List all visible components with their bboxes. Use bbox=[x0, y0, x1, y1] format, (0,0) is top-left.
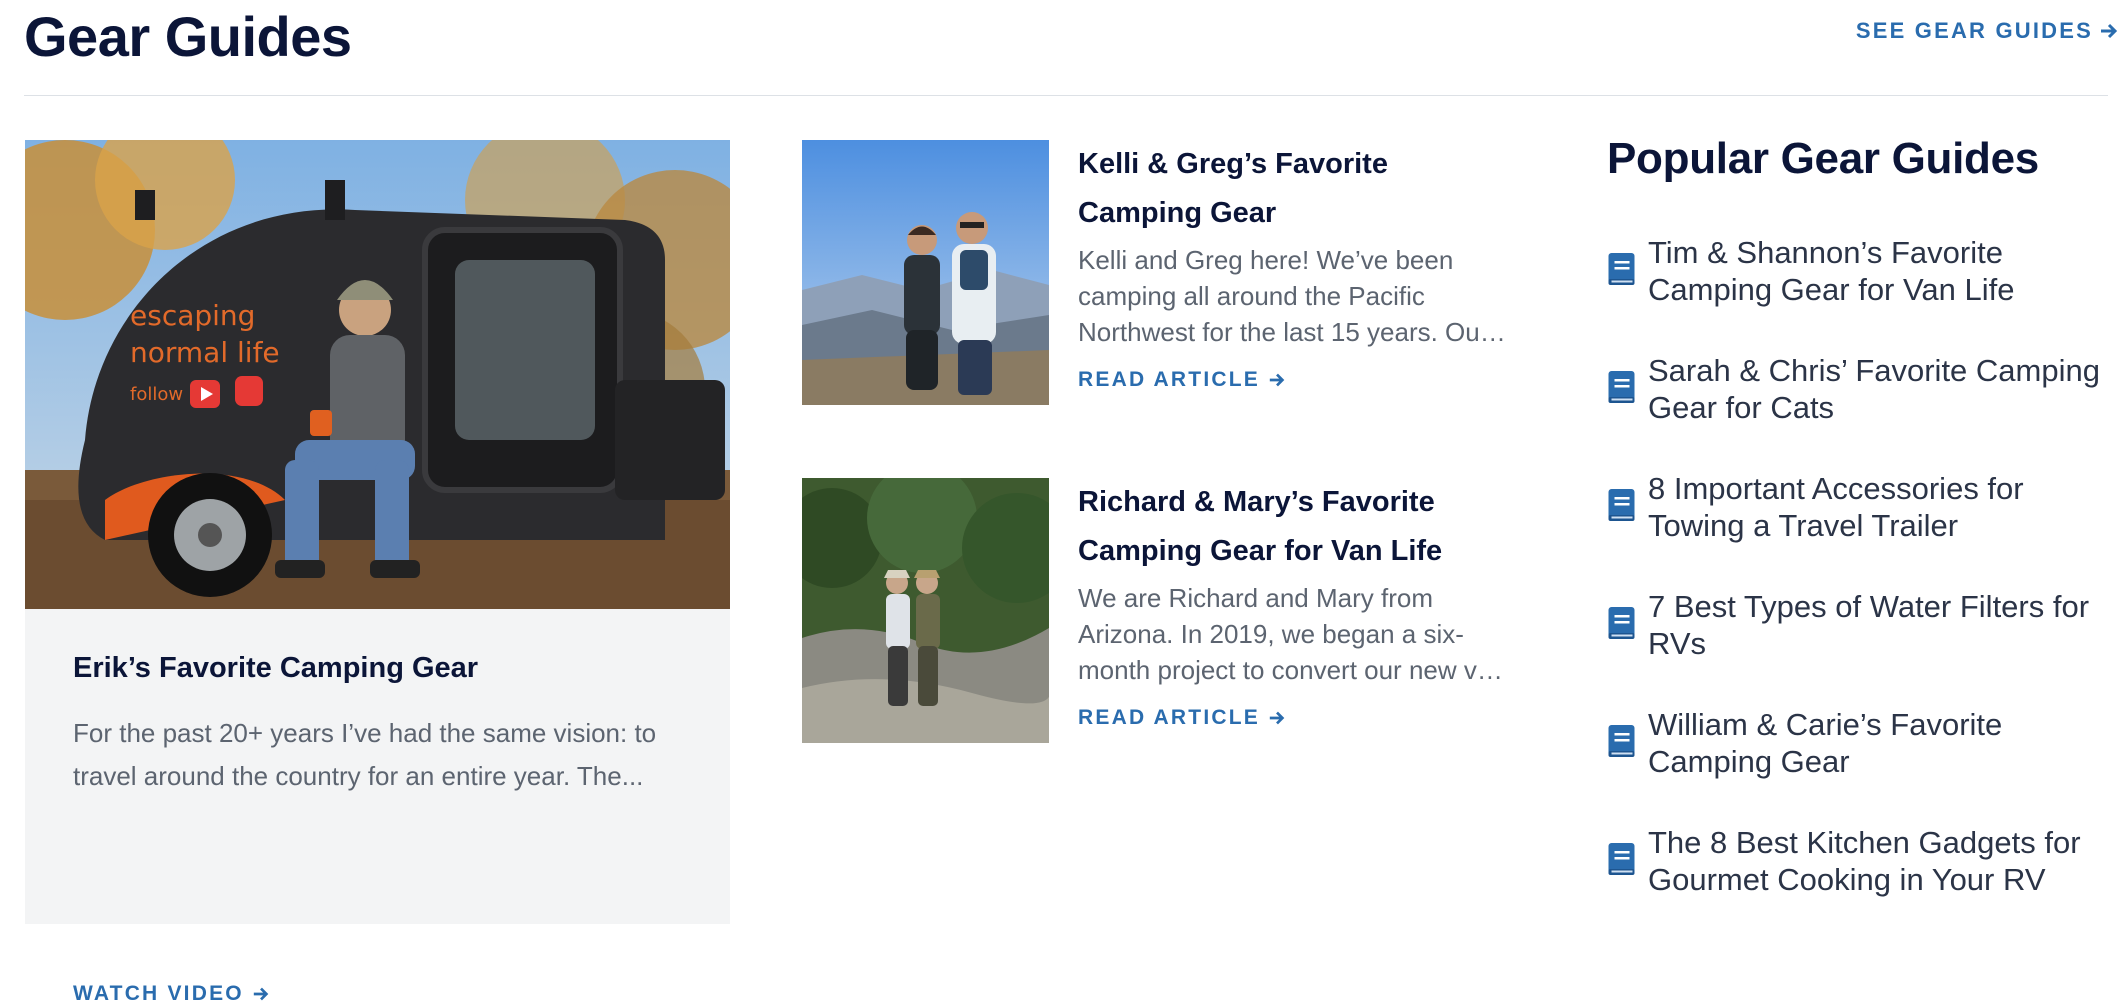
article-excerpt: Kelli and Greg here! We’ve been camping … bbox=[1078, 245, 1489, 347]
popular-guides-title: Popular Gear Guides bbox=[1607, 134, 2039, 183]
article-excerpt: We are Richard and Mary from Arizona. In… bbox=[1078, 583, 1506, 685]
book-icon bbox=[1608, 253, 1635, 285]
article-title[interactable]: Richard & Mary’s Favorite Camping Gear f… bbox=[1078, 478, 1508, 576]
popular-guide-label[interactable]: The 8 Best Kitchen Gadgets for Gourmet C… bbox=[1648, 824, 2112, 898]
book-icon bbox=[1608, 607, 1635, 639]
popular-guide-label[interactable]: Tim & Shannon’s Favorite Camping Gear fo… bbox=[1648, 234, 2112, 308]
trailer-text-3: follow bbox=[130, 384, 183, 405]
arrow-right-icon bbox=[253, 987, 269, 1001]
article-card[interactable]: Kelli & Greg’s Favorite Camping Gear Kel… bbox=[802, 140, 1522, 410]
featured-excerpt: For the past 20+ years I’ve had the same… bbox=[73, 718, 657, 791]
read-article-link[interactable]: READ ARTICLE bbox=[1078, 368, 1286, 392]
popular-guide-item[interactable]: The 8 Best Kitchen Gadgets for Gourmet C… bbox=[1607, 824, 2112, 942]
popular-guide-label[interactable]: Sarah & Chris’ Favorite Camping Gear for… bbox=[1648, 352, 2112, 426]
popular-guide-item[interactable]: 7 Best Types of Water Filters for RVs bbox=[1607, 588, 2112, 706]
arrow-right-icon bbox=[1269, 711, 1285, 725]
popular-guide-label[interactable]: William & Carie’s Favorite Camping Gear bbox=[1648, 706, 2112, 780]
read-article-link[interactable]: READ ARTICLE bbox=[1078, 706, 1286, 730]
popular-guide-item[interactable]: Sarah & Chris’ Favorite Camping Gear for… bbox=[1607, 352, 2112, 470]
article-title[interactable]: Kelli & Greg’s Favorite Camping Gear bbox=[1078, 140, 1508, 238]
featured-image[interactable]: escaping normal life follow bbox=[25, 140, 730, 609]
section-title: Gear Guides bbox=[24, 5, 352, 68]
book-icon bbox=[1608, 371, 1635, 403]
article-card[interactable]: Richard & Mary’s Favorite Camping Gear f… bbox=[802, 478, 1522, 748]
article-image[interactable] bbox=[802, 140, 1049, 405]
watch-video-link[interactable]: WATCH VIDEO bbox=[73, 982, 270, 1006]
header-divider bbox=[24, 95, 2108, 96]
article-image[interactable] bbox=[802, 478, 1049, 743]
book-icon bbox=[1608, 489, 1635, 521]
popular-guide-item[interactable]: William & Carie’s Favorite Camping Gear bbox=[1607, 706, 2112, 824]
trailer-text-1: escaping bbox=[130, 299, 255, 332]
arrow-right-icon bbox=[2101, 23, 2118, 39]
see-gear-guides-label: SEE GEAR GUIDES bbox=[1855, 18, 2093, 43]
popular-guide-item[interactable]: Tim & Shannon’s Favorite Camping Gear fo… bbox=[1607, 234, 2112, 352]
featured-title[interactable]: Erik’s Favorite Camping Gear bbox=[73, 652, 478, 685]
book-icon bbox=[1608, 843, 1635, 875]
trailer-text-2: normal life bbox=[130, 336, 280, 369]
watch-video-label: WATCH VIDEO bbox=[73, 982, 244, 1005]
read-article-label: READ ARTICLE bbox=[1078, 706, 1260, 729]
popular-guides-list: Tim & Shannon’s Favorite Camping Gear fo… bbox=[1607, 234, 2112, 942]
arrow-right-icon bbox=[1269, 373, 1285, 387]
popular-guide-item[interactable]: 8 Important Accessories for Towing a Tra… bbox=[1607, 470, 2112, 588]
book-icon bbox=[1608, 725, 1635, 757]
see-gear-guides-link[interactable]: SEE GEAR GUIDES bbox=[1856, 18, 2119, 44]
popular-guide-label[interactable]: 7 Best Types of Water Filters for RVs bbox=[1648, 588, 2112, 662]
read-article-label: READ ARTICLE bbox=[1078, 368, 1260, 391]
featured-card[interactable]: escaping normal life follow Erik’s Favor… bbox=[25, 140, 730, 1005]
popular-guide-label[interactable]: 8 Important Accessories for Towing a Tra… bbox=[1648, 470, 2112, 544]
